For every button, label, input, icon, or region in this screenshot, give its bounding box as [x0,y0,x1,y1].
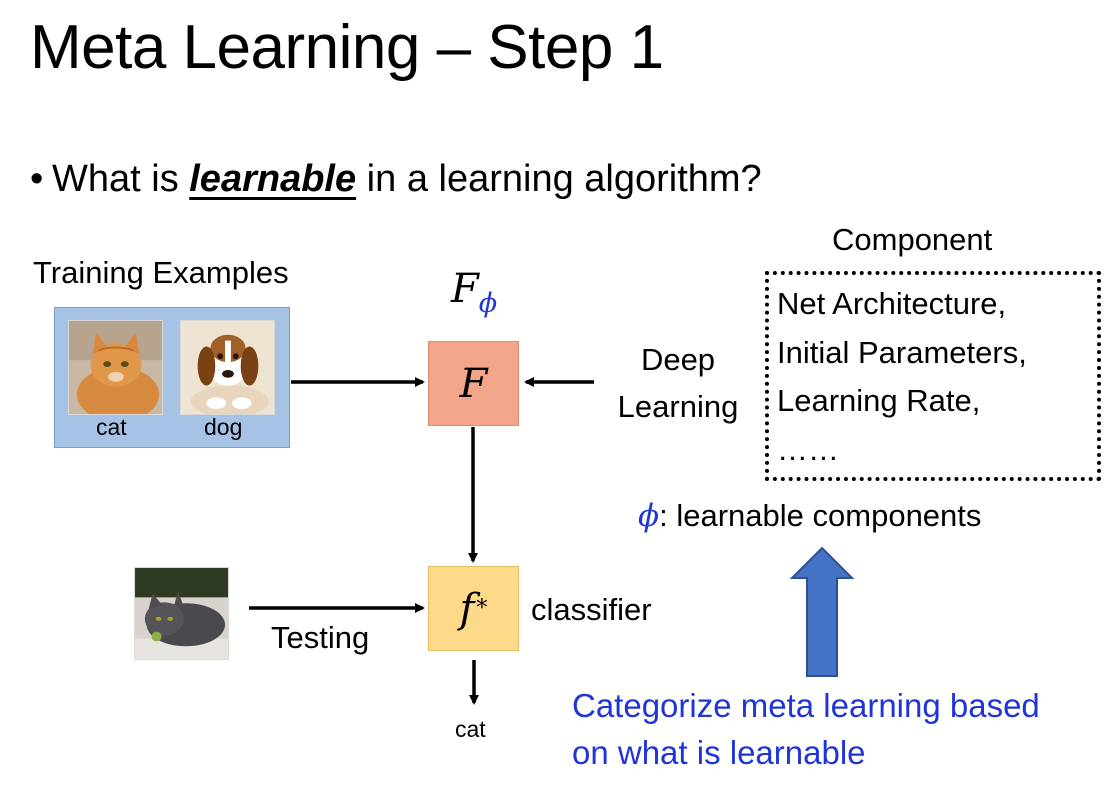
arrows-layer [249,377,855,705]
up-arrow [789,546,855,677]
